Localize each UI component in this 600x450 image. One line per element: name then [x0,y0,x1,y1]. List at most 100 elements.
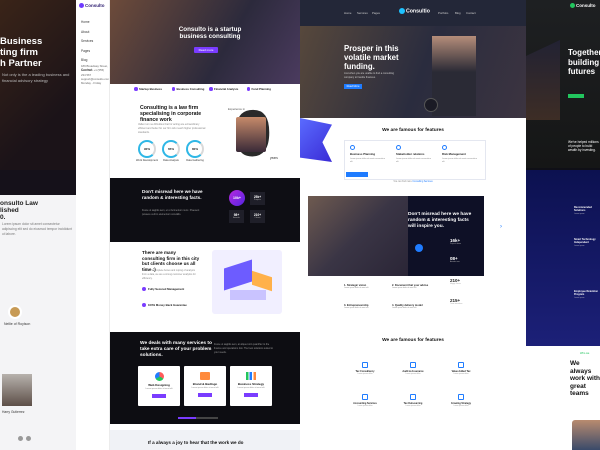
isometric-illustration [212,250,282,314]
progress-ring: 90% [138,140,156,158]
progress-ring: 65% [162,140,180,158]
list-item: 3. Entrepreneurship Lorem ipsum dolor sit… [344,304,369,309]
feature-text: Lorem ipsum dolor sit amet consectetur e… [442,158,478,163]
hero-title: Prosper in this volatile market funding. [344,44,399,71]
feature-text: Lorem ipsum dolor sit amet consectetur e… [350,158,386,163]
hero-text: Just when you are unable to find a consu… [344,72,395,79]
grid-item[interactable]: Tax Outsourcing Lorem ipsum dolor [396,394,430,407]
slider-dot[interactable] [26,436,31,441]
benefit-item: Recommended Solutions Lorem ipsum [574,206,592,215]
nav-item[interactable]: Blog [455,11,461,15]
cta-button[interactable] [568,94,584,98]
video-stat: 215+ Team members [450,298,463,305]
chart-icon [246,372,256,380]
nav-item[interactable]: Contact [466,11,476,15]
hero-title: Together building futures [568,48,600,76]
list-item: 1. Strategic vision Lorem ipsum dolor sit… [344,284,369,289]
team-photo [2,374,32,406]
feature-item[interactable]: Startup Business [134,85,172,98]
pie-icon [154,372,164,381]
slider-dots [18,428,34,446]
logo[interactable]: Consultio [399,8,430,14]
nav-item[interactable]: Home [81,20,93,30]
nav-item[interactable]: Home [344,11,351,15]
highlight-stat: 10k+ [229,190,245,206]
nav-item[interactable]: Portfolio [438,11,448,15]
years-label: years [270,156,278,160]
grid-item[interactable]: Audit & Assurance Lorem ipsum dolor [396,362,430,375]
card-button[interactable] [198,393,212,397]
page-preview-law-firm: Business ting firm h Partner Not only is… [0,0,76,450]
service-icon [362,362,368,368]
services-link[interactable]: Consulting Services [412,181,432,183]
grid-item[interactable]: Accounting Services Lorem ipsum dolor [348,394,382,407]
nav-item[interactable]: About [81,30,93,40]
feature-icon [350,145,355,150]
slider-dot[interactable] [18,436,23,441]
contact-info: 189 Broadway Street, New York +1 (555) 2… [81,64,110,86]
benefit-item: Employee Retention Program Lorem ipsum [574,290,599,299]
card-button[interactable] [152,394,166,398]
ring-label: Work Development [135,159,158,162]
feature-text: Lorem ipsum dolor sit amet consectetur e… [396,158,432,163]
list-item: 2. Document that your advise Lorem ipsum … [392,284,429,289]
about-title: Consulting is a law firm specialising in… [140,105,202,123]
feature-item[interactable]: Business Consulting [171,85,210,98]
read-more-button[interactable]: Read More [344,84,362,89]
nav-item[interactable]: Services [81,39,93,49]
logo-icon [570,3,575,9]
testimonial-name: Nellie of Roylson [4,322,31,326]
team-photo [572,420,600,450]
page-preview-sidebar: Consulto Home About Services Pages Blog … [76,0,110,450]
page-preview-finance: Home Services Pages Consultio Portfolio … [300,0,526,450]
badge-icon [424,98,438,112]
card-button[interactable] [244,393,258,397]
avatar [8,305,22,319]
video-stat: 08+ Awards won [450,256,460,263]
team-title: We always work with great teams [570,360,600,397]
businessman-photo [432,36,476,116]
nav-item[interactable]: Pages [81,49,93,59]
nav-item[interactable]: Pages [372,11,380,15]
hero-title: Business ting firm h Partner [0,36,43,69]
feature-button[interactable] [346,172,368,177]
page-preview-investing: Consulto Together building futures We've… [526,0,600,450]
play-button[interactable] [415,244,423,252]
hero-subtitle: Not only is the a leading business and f… [2,72,70,83]
video-stat: 210+ Happy clients [450,278,461,285]
service-icon [410,394,416,400]
slider-progress[interactable] [178,417,218,419]
service-icon [458,394,464,400]
facts-text: Fusce ut sagittis sem, et ut fermentum n… [142,209,200,216]
testimonial-title: If a always a joy to hear that the work … [148,440,244,445]
service-grid: Tax Consultancy Lorem ipsum dolor Audit &… [344,356,486,418]
service-icon [410,362,416,368]
section-label: Who we [580,352,590,355]
grid-item[interactable]: Value Added Tax Lorem ipsum dolor [444,362,478,375]
grid-item[interactable]: Growing Strategy Lorem ipsum dolor [444,394,478,407]
service-icon [362,394,368,400]
hero-title: Consulto is a startup business consultin… [178,26,242,40]
read-more-button[interactable]: Read more [194,47,218,53]
service-card[interactable]: Business Strategy Lorem ipsum dolor sit … [230,366,272,406]
section-title: onsulto Law lished 0. [0,200,38,221]
team-photo [236,117,266,152]
features-heading: We are famous for features [382,338,444,343]
ring-label: Data Gathering [186,159,204,162]
service-card[interactable]: Web Designing Lorem ipsum dolor sit amet… [138,366,180,406]
feature-icon [442,145,447,150]
benefits-section [526,170,600,346]
service-card[interactable]: Brand & Badlogo Lorem ipsum dolor sit am… [184,366,226,406]
services-title: We deals with many services to take extr… [140,341,212,358]
logo[interactable]: Consulto [570,3,596,9]
features-heading: We are famous for features [382,128,444,133]
feature-icon [396,145,401,150]
service-icon [458,362,464,368]
chevron-right-icon[interactable]: › [500,224,502,230]
benefit-item: Smart Technology Independent Lorem ipsum [574,238,596,247]
nav-item[interactable]: Services [357,11,368,15]
check-icon [142,303,146,308]
grid-item[interactable]: Tax Consultancy Lorem ipsum dolor [348,362,382,375]
ring-label: Data Analysis [163,159,179,162]
logo[interactable]: Consulto [79,3,105,9]
